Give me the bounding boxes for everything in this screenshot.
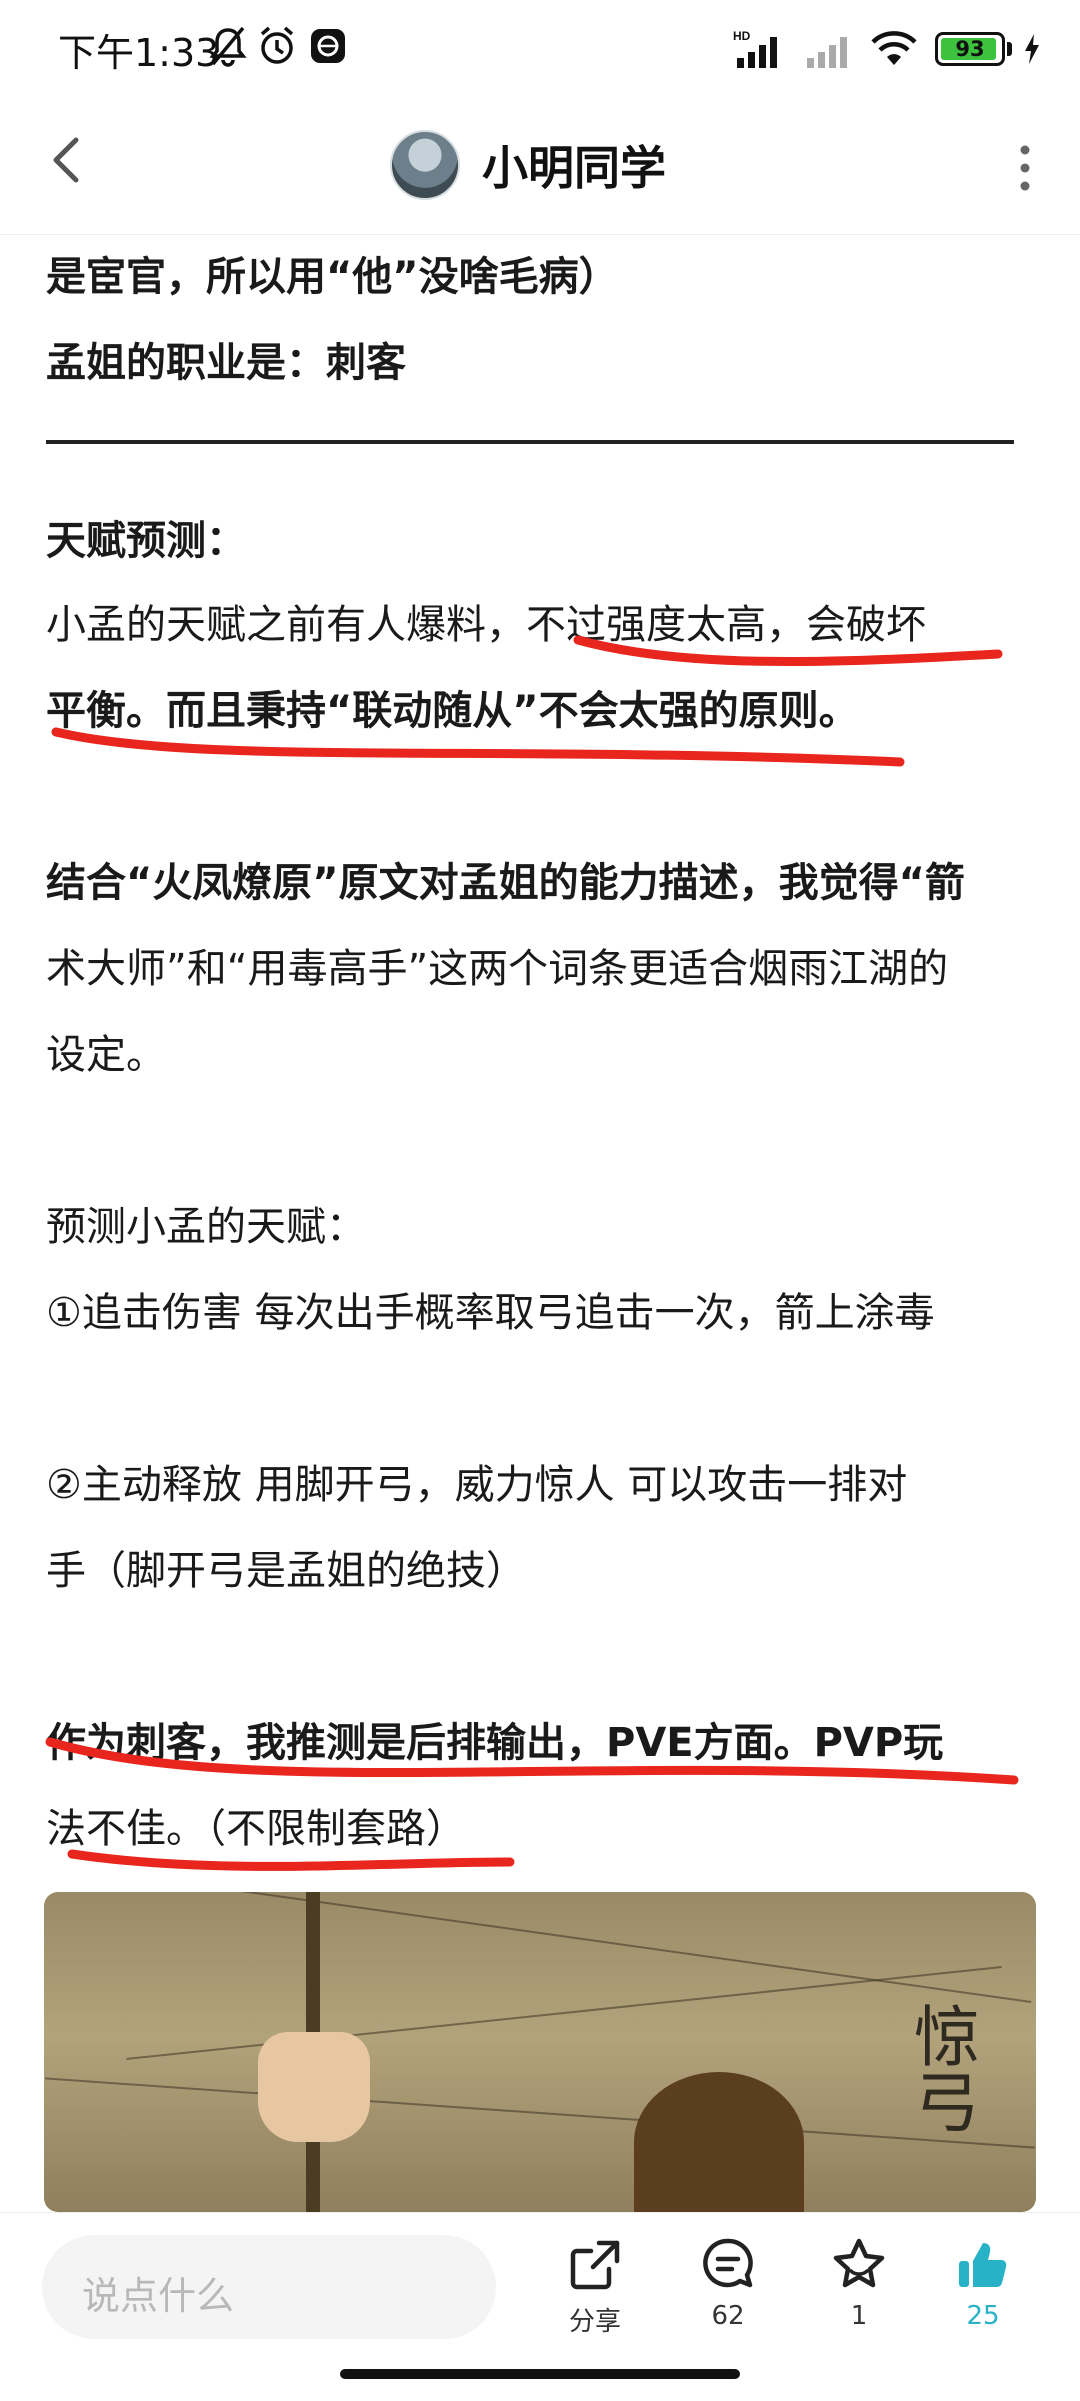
share-button[interactable]: 分享 xyxy=(540,2235,650,2338)
star-icon xyxy=(833,2238,885,2288)
comment-count: 62 xyxy=(711,2301,745,2331)
comment-placeholder: 说点什么 xyxy=(82,2274,235,2318)
annotation-underline-3 xyxy=(45,1737,1019,1785)
thumbs-up-icon xyxy=(959,2243,1007,2287)
comment-bubble-icon xyxy=(703,2238,753,2288)
share-icon xyxy=(570,2240,620,2290)
share-label: 分享 xyxy=(568,2307,621,2337)
article-image[interactable]: 惊弓 xyxy=(44,1892,1036,2212)
headdress-figure xyxy=(634,2072,804,2212)
favorite-count: 1 xyxy=(850,2301,868,2331)
annotation-underline-1 xyxy=(573,635,1003,667)
hand-figure xyxy=(258,2032,370,2142)
home-indicator[interactable] xyxy=(340,2369,740,2379)
bottom-action-bar: 说点什么 分享 62 1 25 xyxy=(0,2212,1080,2401)
like-count: 25 xyxy=(966,2301,1000,2331)
annotation-underline-4 xyxy=(67,1849,515,1871)
favorite-button[interactable]: 1 xyxy=(804,2235,914,2331)
comment-input[interactable]: 说点什么 xyxy=(42,2235,496,2339)
comment-button[interactable]: 62 xyxy=(673,2235,783,2331)
like-button[interactable]: 25 xyxy=(928,2235,1038,2331)
image-calligraphy: 惊弓 xyxy=(903,2002,980,2134)
annotation-underline-2 xyxy=(51,727,905,767)
